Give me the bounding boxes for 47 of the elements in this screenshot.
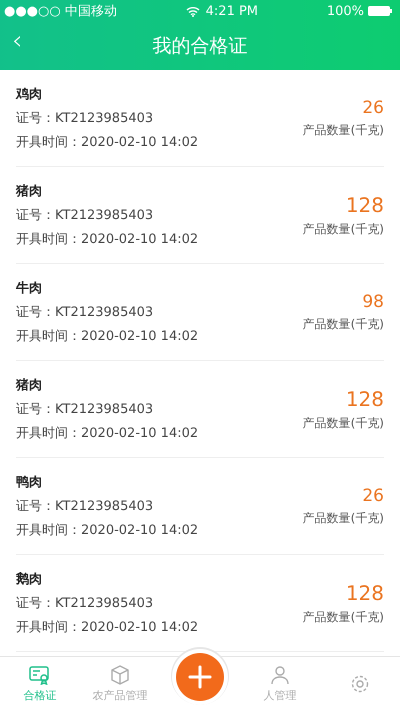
add-button[interactable] [176,653,224,701]
certificate-number: 证号：KT2123985403 [16,498,154,515]
page-title: 我的合格证 [152,34,248,59]
certificate-row[interactable]: 鸭肉 证号：KT2123985403 开具时间：2020-02-10 14:02 26 产品数量(千克) [16,458,384,555]
product-name: 鸭肉 [16,474,43,491]
quantity-label: 产品数量(千克) [302,316,384,332]
certificate-row[interactable]: 牛肉 证号：KT2123985403 开具时间：2020-02-10 14:02 98 产品数量(千克) [16,264,384,361]
wifi-icon [186,6,200,16]
product-name: 猪肉 [16,377,43,394]
certificate-row[interactable]: 猪肉 证号：KT2123985403 开具时间：2020-02-10 14:02 128 产品数量(千克) [16,167,384,264]
issue-time: 开具时间：2020-02-10 14:02 [16,231,198,248]
quantity-value: 128 [346,580,384,604]
issue-time: 开具时间：2020-02-10 14:02 [16,619,198,636]
quantity-value: 128 [346,386,384,410]
quantity-value: 128 [346,192,384,216]
certificate-icon [29,665,51,685]
product-name: 鸡肉 [16,86,43,103]
quantity-value: 26 [362,486,384,506]
quantity-label: 产品数量(千克) [302,510,384,526]
quantity-label: 产品数量(千克) [302,608,384,626]
quantity-value: 26 [362,98,384,118]
certificate-number: 证号：KT2123985403 [16,110,154,127]
person-icon [270,665,290,685]
certificate-number: 证号：KT2123985403 [16,207,154,224]
issue-time: 开具时间：2020-02-10 14:02 [16,328,198,345]
certificate-row[interactable]: 猪肉 证号：KT2123985403 开具时间：2020-02-10 14:02 128 产品数量(千克) [16,361,384,458]
carrier-text: ●●●○○ 中国移动 [4,3,117,20]
issue-time: 开具时间：2020-02-10 14:02 [16,522,198,539]
quantity-label: 产品数量(千克) [302,414,384,432]
product-name: 鹅肉 [16,571,43,588]
issue-time: 开具时间：2020-02-10 14:02 [16,425,198,442]
plus-icon [188,665,212,689]
certificate-number: 证号：KT2123985403 [16,304,154,321]
box-icon [110,665,130,685]
status-time: 4:21 PM [206,4,258,18]
battery-icon [368,6,392,16]
issue-time: 开具时间：2020-02-10 14:02 [16,134,198,151]
quantity-label: 产品数量(千克) [302,220,384,238]
product-name: 猪肉 [16,183,43,200]
certificate-number: 证号：KT2123985403 [16,401,154,418]
quantity-label: 产品数量(千克) [302,122,384,138]
certificate-row[interactable]: 鸡肉 证号：KT2123985403 开具时间：2020-02-10 14:02 26 产品数量(千克) [16,70,384,167]
product-name: 牛肉 [16,280,43,297]
battery-text: 100% [326,4,364,18]
certificate-number: 证号：KT2123985403 [16,595,154,612]
settings-icon [350,674,370,694]
quantity-value: 98 [362,292,384,312]
